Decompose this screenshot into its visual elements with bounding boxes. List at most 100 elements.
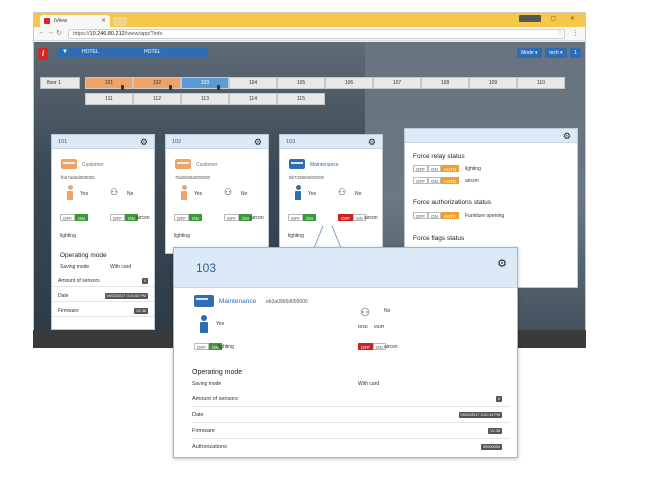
hotel-selector-bar[interactable]: ▼ HOTEL HOTEL (58, 48, 208, 58)
user-dropdown[interactable]: tech ▾ (545, 48, 567, 58)
toggle-on[interactable]: ON (75, 214, 88, 221)
toggle-off[interactable]: OFF (338, 214, 353, 221)
presence-person-icon (200, 315, 208, 333)
hotel-item-left[interactable]: HOTEL (82, 49, 99, 55)
room-number: 101 (104, 80, 114, 86)
operating-mode-title: Operating mode (192, 369, 243, 376)
room-105[interactable]: 105 (277, 77, 325, 89)
card-id: eb3a0966d000000 (266, 299, 308, 305)
room-108[interactable]: 108 (421, 77, 469, 89)
app-favicon-icon (44, 18, 50, 24)
room-number: 112 (153, 96, 161, 102)
reload-icon[interactable]: ↻ (56, 29, 62, 37)
card-status-icon (194, 295, 214, 307)
mode-dropdown[interactable]: Mode ▾ (517, 48, 542, 58)
lighting-label: lighting (465, 166, 481, 172)
browser-tab[interactable]: iView ✕ (40, 15, 110, 27)
room-card-102: 102 ⚙ Customer 7bd6006d000000 Yes ⚇ No O… (165, 134, 269, 254)
window-controls: — ▢ ✕ (519, 15, 581, 22)
room-104[interactable]: 104 (229, 77, 277, 89)
gear-icon[interactable]: ⚙ (497, 257, 507, 270)
room-status-label: Maintenance (219, 298, 257, 305)
app-logo[interactable]: i (38, 48, 48, 60)
address-bar: ← → ↻ https://10.246.80.212/iview/app/?i… (34, 27, 585, 41)
new-tab-button[interactable] (113, 17, 127, 26)
room-114[interactable]: 114 (229, 93, 277, 105)
hotel-item-right[interactable]: HOTEL (144, 49, 161, 55)
toggle-auto[interactable]: AUTO (440, 177, 460, 184)
card-title: 103 (286, 139, 296, 145)
lighting-toggle[interactable]: OFF ON (174, 214, 202, 221)
toggle-off[interactable]: OFF (358, 343, 373, 350)
gear-icon[interactable]: ⚙ (254, 137, 262, 148)
close-window-icon[interactable]: ✕ (570, 16, 581, 22)
occupancy-icon (169, 85, 172, 90)
date-label: Date (58, 293, 69, 299)
url-input[interactable]: https://10.246.80.212/iview/app/?info (68, 29, 565, 39)
sensors-badge: 0 (141, 278, 148, 284)
popup-header: 103 ⚙ (174, 248, 517, 288)
aircon-force-toggle[interactable]: OFF ON AUTO (413, 177, 460, 184)
browser-menu-icon[interactable]: ⋮ (572, 29, 579, 37)
toggle-off[interactable]: OFF (174, 214, 189, 221)
gear-icon[interactable]: ⚙ (368, 137, 376, 148)
toggle-on[interactable]: ON (303, 214, 316, 221)
room-109[interactable]: 109 (469, 77, 517, 89)
authorizations-badge: 00000000 (481, 444, 502, 450)
room-101[interactable]: 101 (85, 77, 133, 90)
maximize-icon[interactable]: ▢ (551, 16, 563, 22)
mur-label: MUR (374, 324, 385, 329)
dnd-icon: ⚇ (224, 187, 233, 197)
toggle-off[interactable]: OFF (224, 214, 239, 221)
lighting-force-toggle[interactable]: OFF ON AUTO (413, 165, 460, 172)
filter-icon[interactable]: ▼ (62, 49, 68, 55)
presence-value: Yes (216, 321, 225, 327)
toggle-on[interactable]: ON (189, 214, 202, 221)
operating-mode-title: Operating mode (60, 252, 107, 259)
close-tab-icon[interactable]: ✕ (101, 15, 106, 27)
toggle-off[interactable]: OFF (60, 214, 75, 221)
aircon-label: aircon (465, 178, 479, 184)
room-112[interactable]: 112 (133, 93, 181, 105)
aircon-toggle[interactable]: OFF ON (110, 214, 138, 221)
room-110[interactable]: 110 (517, 77, 565, 89)
gear-icon[interactable]: ⚙ (563, 131, 571, 142)
firmware-row: Firmware V2.36 (52, 306, 154, 317)
lighting-toggle[interactable]: OFF ON (60, 214, 88, 221)
room-115[interactable]: 115 (277, 93, 325, 105)
lighting-label: lighting (288, 233, 304, 239)
room-111[interactable]: 111 (85, 93, 133, 105)
forward-icon[interactable]: → (47, 29, 54, 36)
gear-icon[interactable]: ⚙ (140, 137, 148, 148)
bookmark-star-icon[interactable]: ☆ (557, 29, 563, 37)
aircon-toggle[interactable]: OFF ON (338, 214, 366, 221)
back-icon[interactable]: ← (38, 29, 45, 36)
room-103[interactable]: 103 (181, 77, 229, 90)
lighting-toggle[interactable]: OFF ON (288, 214, 316, 221)
toggle-off[interactable]: OFF (288, 214, 303, 221)
toggle-off[interactable]: OFF (413, 212, 428, 219)
room-107[interactable]: 107 (373, 77, 421, 89)
toggle-on[interactable]: ON (428, 165, 441, 172)
toggle-on[interactable]: ON (428, 177, 441, 184)
aircon-toggle[interactable]: OFF ON (358, 343, 386, 350)
top-right-buttons: Mode ▾ tech ▾ 1 (515, 48, 581, 58)
aircon-toggle[interactable]: OFF ON (224, 214, 252, 221)
dnd-left-label: DND (358, 324, 368, 329)
page-number-button[interactable]: 1 (570, 48, 581, 58)
toggle-on[interactable]: ON (428, 212, 441, 219)
dnd-icon: ⚇ (360, 307, 370, 319)
toggle-off[interactable]: OFF (110, 214, 125, 221)
toggle-auto[interactable]: AUTO (440, 212, 460, 219)
room-106[interactable]: 106 (325, 77, 373, 89)
room-number: 106 (344, 80, 354, 86)
room-113[interactable]: 113 (181, 93, 229, 105)
toggle-off[interactable]: OFF (413, 165, 428, 172)
room-102[interactable]: 102 (133, 77, 181, 90)
toggle-off[interactable]: OFF (194, 343, 209, 350)
furniture-force-toggle[interactable]: OFF ON AUTO (413, 212, 460, 219)
toggle-auto[interactable]: AUTO (440, 165, 460, 172)
floor-selector[interactable]: floor 1 (40, 77, 80, 89)
toggle-off[interactable]: OFF (413, 177, 428, 184)
user-profile-badge[interactable] (519, 15, 541, 22)
